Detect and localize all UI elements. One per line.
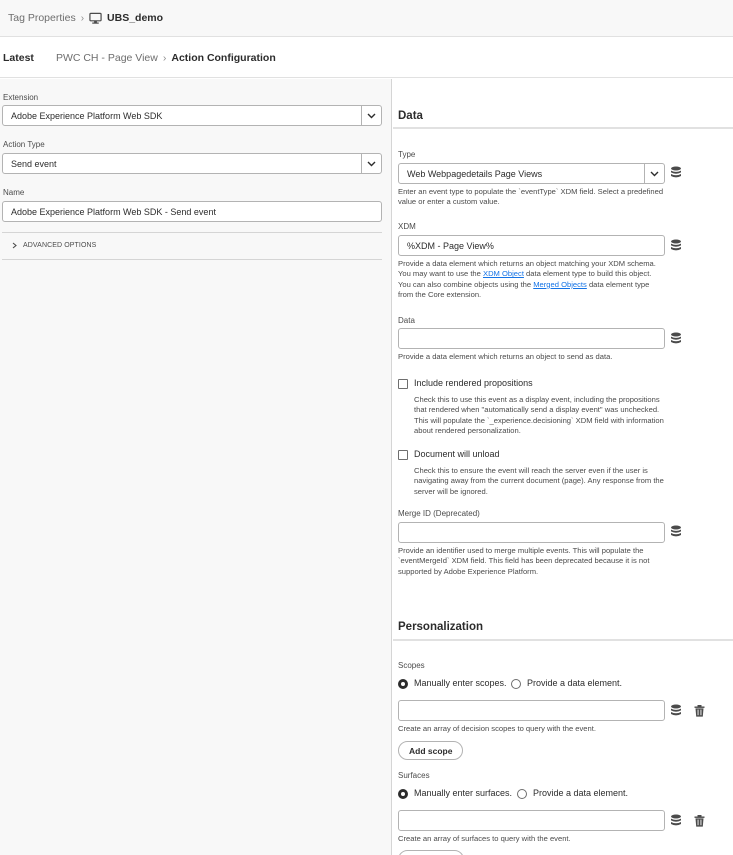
add-surface-button-partial[interactable]: [398, 850, 464, 855]
surfaces-help-text: Create an array of surfaces to query wit…: [398, 834, 571, 843]
scopes-data-element-radio[interactable]: [511, 679, 521, 689]
data-help-text: Provide a data element which returns an …: [398, 352, 613, 361]
trash-icon[interactable]: [694, 815, 705, 827]
breadcrumb-tag-properties[interactable]: Tag Properties: [8, 12, 76, 24]
action-type-select[interactable]: Send event: [2, 153, 382, 174]
chevron-down-icon[interactable]: [644, 164, 664, 183]
personalization-section-title: Personalization: [398, 621, 483, 633]
breadcrumb-chevron-icon: ›: [80, 12, 85, 24]
name-label: Name: [3, 188, 25, 197]
type-label: Type: [398, 150, 416, 159]
add-scope-button[interactable]: Add scope: [398, 741, 464, 760]
extension-label: Extension: [3, 93, 39, 102]
scopes-label: Scopes: [398, 661, 425, 670]
latest-label: Latest: [3, 51, 34, 64]
right-config-panel: Data Type Web Webpagedetails Page Views …: [393, 79, 733, 855]
top-breadcrumb-bar: Tag Properties › UBS_demo: [0, 0, 733, 37]
extension-value: Adobe Experience Platform Web SDK: [11, 110, 163, 121]
advanced-options-toggle[interactable]: ADVANCED OPTIONS: [12, 242, 96, 249]
document-unload-help: Check this to ensure the event will reac…: [414, 466, 664, 496]
surfaces-label: Surfaces: [398, 771, 430, 780]
surface-input[interactable]: [398, 810, 665, 831]
section-divider: [393, 127, 733, 129]
surfaces-data-element-label[interactable]: Provide a data element.: [533, 788, 628, 798]
data-element-icon[interactable]: [670, 814, 682, 827]
merged-objects-link[interactable]: Merged Objects: [533, 280, 587, 289]
scopes-data-element-label[interactable]: Provide a data element.: [527, 678, 622, 688]
data-element-icon[interactable]: [670, 166, 682, 179]
breadcrumb-property-name[interactable]: UBS_demo: [107, 12, 163, 24]
surfaces-manual-radio[interactable]: [398, 789, 408, 799]
data-label: Data: [398, 316, 415, 325]
document-unload-label[interactable]: Document will unload: [414, 449, 500, 459]
scopes-manual-label[interactable]: Manually enter scopes.: [414, 678, 507, 688]
merge-id-input[interactable]: [398, 522, 665, 543]
rule-breadcrumb[interactable]: PWC CH - Page View: [56, 52, 158, 64]
data-element-icon[interactable]: [670, 704, 682, 717]
left-config-panel: Extension Adobe Experience Platform Web …: [0, 79, 392, 855]
type-combobox[interactable]: Web Webpagedetails Page Views: [398, 163, 665, 184]
xdm-input[interactable]: %XDM - Page View%: [398, 235, 665, 256]
extension-select[interactable]: Adobe Experience Platform Web SDK: [2, 105, 382, 126]
data-section-title: Data: [398, 110, 423, 122]
scopes-manual-radio[interactable]: [398, 679, 408, 689]
data-element-icon[interactable]: [670, 239, 682, 252]
surfaces-manual-label[interactable]: Manually enter surfaces.: [414, 788, 512, 798]
type-value: Web Webpagedetails Page Views: [407, 168, 543, 179]
chevron-down-icon[interactable]: [361, 154, 381, 173]
xdm-label: XDM: [398, 222, 416, 231]
current-page-title: Action Configuration: [171, 51, 276, 64]
chevron-down-icon[interactable]: [361, 106, 381, 125]
data-input[interactable]: [398, 328, 665, 349]
advanced-options-label: ADVANCED OPTIONS: [23, 242, 97, 249]
action-type-value: Send event: [11, 158, 57, 169]
merge-id-help-text: Provide an identifier used to merge mult…: [398, 546, 650, 576]
xdm-help-text: Provide a data element which returns an …: [398, 259, 666, 301]
action-type-label: Action Type: [3, 140, 45, 149]
include-rendered-help: Check this to use this event as a displa…: [414, 395, 664, 436]
chevron-right-icon: [12, 242, 17, 249]
surfaces-data-element-radio[interactable]: [517, 789, 527, 799]
divider: [2, 232, 382, 233]
name-input[interactable]: Adobe Experience Platform Web SDK - Send…: [2, 201, 382, 222]
type-help-text: Enter an event type to populate the `eve…: [398, 187, 664, 207]
data-element-icon[interactable]: [670, 525, 682, 538]
subnav-chevron-icon: ›: [162, 51, 167, 64]
include-rendered-checkbox[interactable]: [398, 379, 408, 389]
xdm-object-link[interactable]: XDM Object: [483, 269, 524, 278]
sub-navigation-bar: Latest PWC CH - Page View › Action Confi…: [0, 38, 733, 78]
document-unload-checkbox[interactable]: [398, 450, 408, 460]
data-element-icon[interactable]: [670, 332, 682, 345]
merge-id-label: Merge ID (Deprecated): [398, 509, 480, 518]
section-divider: [393, 639, 733, 641]
include-rendered-label[interactable]: Include rendered propositions: [414, 378, 533, 388]
trash-icon[interactable]: [694, 705, 705, 717]
monitor-icon: [89, 12, 102, 24]
scopes-help-text: Create an array of decision scopes to qu…: [398, 724, 596, 733]
divider: [2, 259, 382, 260]
scope-input[interactable]: [398, 700, 665, 721]
